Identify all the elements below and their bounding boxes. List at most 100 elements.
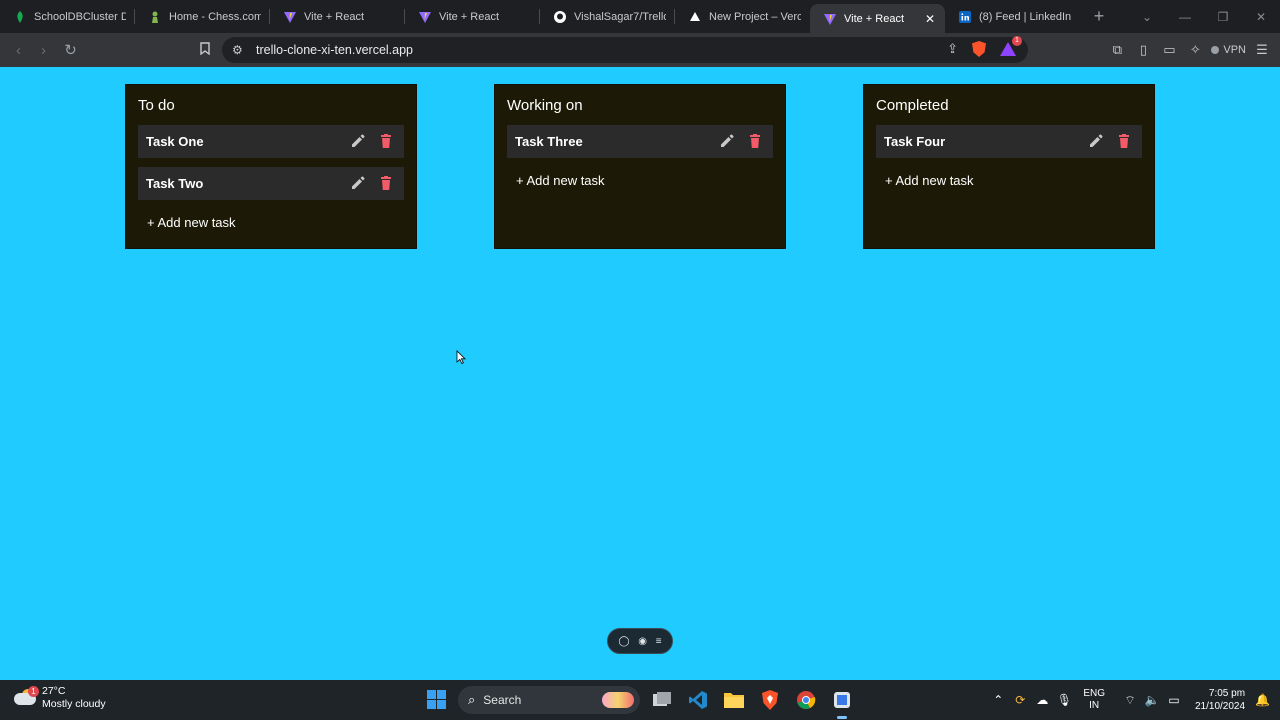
taskbar-search[interactable]: ⌕ Search [458, 686, 640, 714]
search-highlight-icon [602, 692, 634, 708]
edit-pencil-icon[interactable] [719, 133, 735, 149]
page-content: To do Task One Task Two + Add new task W… [0, 67, 1280, 680]
tab-vite-2[interactable]: Vite + React [405, 0, 540, 33]
search-label: Search [483, 693, 522, 707]
linkedin-icon [959, 10, 971, 23]
new-tab-button[interactable]: + [1084, 6, 1114, 27]
tab-label: SchoolDBCluster Data [34, 10, 126, 23]
window-controls: ⌄ — ❐ ✕ [1128, 0, 1280, 33]
delete-trash-icon[interactable] [1116, 133, 1132, 149]
weather-temp: 27°C [42, 685, 66, 697]
wifi-icon[interactable]: ⌔ [1119, 693, 1141, 708]
board-todo: To do Task One Task Two + Add new task [125, 84, 417, 249]
extensions-icon[interactable]: ⧉ [1107, 42, 1127, 58]
eye-icon[interactable]: ◉ [638, 636, 647, 647]
task-card[interactable]: Task Three [507, 125, 773, 158]
notification-bell-icon[interactable]: 🔔 [1255, 693, 1270, 707]
browser-tab-strip: SchoolDBCluster Data Home - Chess.com Vi… [0, 0, 1280, 33]
clock-date: 21/10/2024 [1194, 701, 1246, 712]
board-title: Completed [876, 97, 949, 114]
floating-recorder-toolbar: ◯ ◉ ≡ [607, 628, 673, 654]
delete-trash-icon[interactable] [747, 133, 763, 149]
share-icon[interactable]: ⇪ [947, 41, 958, 57]
taskbar-clock[interactable]: 7:05 pm 21/10/2024 [1195, 687, 1245, 713]
tab-github[interactable]: VishalSagar7/TrelloC [540, 0, 675, 33]
brave-shield-icon[interactable] [972, 41, 986, 57]
add-new-task-button[interactable]: + Add new task [147, 215, 236, 230]
windows-start-icon[interactable] [427, 690, 446, 709]
tab-vite-active[interactable]: Vite + React ✕ [810, 4, 945, 33]
address-text[interactable]: trello-clone-xi-ten.vercel.app [256, 43, 413, 57]
site-info-icon[interactable]: ⚙ [232, 43, 246, 57]
vpn-button[interactable]: VPN [1211, 44, 1246, 56]
task-card[interactable]: Task One [138, 125, 404, 158]
brave-browser-icon[interactable] [758, 688, 782, 712]
minimize-icon[interactable]: — [1166, 10, 1204, 24]
tab-mongodb[interactable]: SchoolDBCluster Data [0, 0, 135, 33]
menu-icon[interactable]: ☰ [1252, 42, 1272, 58]
tab-linkedin[interactable]: (8) Feed | LinkedIn [945, 0, 1080, 33]
language-line2: IN [1089, 700, 1100, 711]
close-window-icon[interactable]: ✕ [1242, 10, 1280, 24]
restore-icon[interactable]: ❐ [1204, 10, 1242, 24]
mouse-cursor-icon [456, 350, 466, 364]
comment-icon[interactable]: ◯ [618, 636, 629, 647]
sidebar-icon[interactable]: ▯ [1133, 42, 1153, 58]
reload-icon[interactable]: ↻ [58, 41, 83, 59]
add-new-task-button[interactable]: + Add new task [516, 173, 605, 188]
chrome-icon[interactable] [794, 688, 818, 712]
address-bar[interactable]: ⚙ trello-clone-xi-ten.vercel.app ⇪ 1 [222, 36, 1028, 63]
add-new-task-button[interactable]: + Add new task [885, 173, 974, 188]
delete-trash-icon[interactable] [378, 175, 394, 191]
task-card[interactable]: Task Two [138, 167, 404, 200]
file-explorer-icon[interactable] [722, 688, 746, 712]
vercel-icon [689, 11, 701, 23]
wallet-icon[interactable]: ▭ [1159, 42, 1179, 58]
language-indicator[interactable]: ENG IN [1083, 688, 1105, 712]
edit-pencil-icon[interactable] [1088, 133, 1104, 149]
task-actions [719, 133, 763, 149]
sync-icon[interactable]: ⟳ [1009, 693, 1031, 707]
tab-search-dropdown-icon[interactable]: ⌄ [1128, 10, 1166, 24]
tab-vercel[interactable]: New Project – Vercel [675, 0, 810, 33]
snipping-tool-icon[interactable] [830, 688, 854, 719]
microphone-icon[interactable]: 🎙 [1053, 693, 1075, 707]
browser-toolbar: ‹ › ↻ ⚙ trello-clone-xi-ten.vercel.app ⇪… [0, 33, 1280, 67]
volume-icon[interactable]: 🔈 [1141, 693, 1163, 707]
tab-vite-1[interactable]: Vite + React [270, 0, 405, 33]
onedrive-icon[interactable]: ☁ [1031, 693, 1053, 707]
settings-sliders-icon[interactable]: ≡ [656, 636, 662, 647]
address-bar-actions: ⇪ 1 [947, 36, 1022, 57]
vscode-icon[interactable] [686, 688, 710, 712]
vite-icon [419, 11, 431, 23]
brave-rewards-icon[interactable]: 1 [1000, 36, 1022, 56]
back-icon[interactable]: ‹ [6, 42, 31, 59]
task-card[interactable]: Task Four [876, 125, 1142, 158]
board-working-on: Working on Task Three + Add new task [494, 84, 786, 249]
tab-label: (8) Feed | LinkedIn [979, 10, 1071, 23]
vite-icon [824, 13, 836, 25]
language-line1: ENG [1083, 688, 1105, 699]
edit-pencil-icon[interactable] [350, 175, 366, 191]
task-name: Task Two [146, 176, 204, 191]
weather-badge: 1 [28, 686, 39, 697]
task-view-icon[interactable] [650, 688, 674, 712]
leo-ai-icon[interactable]: ✧ [1185, 42, 1205, 58]
battery-icon[interactable]: ▭ [1163, 693, 1185, 707]
bookmark-icon[interactable] [192, 41, 217, 59]
search-icon: ⌕ [468, 692, 476, 707]
chevron-up-icon[interactable]: ⌃ [987, 693, 1009, 707]
tab-label: Vite + React [844, 12, 905, 25]
tab-label: Vite + React [439, 10, 500, 23]
vite-icon [284, 11, 296, 23]
weather-widget[interactable]: 1 27°C Mostly cloudy [14, 685, 106, 711]
tab-label: Home - Chess.com [169, 10, 261, 23]
weather-condition: Mostly cloudy [42, 698, 106, 710]
forward-icon[interactable]: › [31, 42, 56, 59]
board-title: Working on [507, 97, 583, 114]
tab-label: Vite + React [304, 10, 365, 23]
delete-trash-icon[interactable] [378, 133, 394, 149]
edit-pencil-icon[interactable] [350, 133, 366, 149]
close-tab-icon[interactable]: ✕ [925, 12, 935, 26]
tab-chess[interactable]: Home - Chess.com [135, 0, 270, 33]
